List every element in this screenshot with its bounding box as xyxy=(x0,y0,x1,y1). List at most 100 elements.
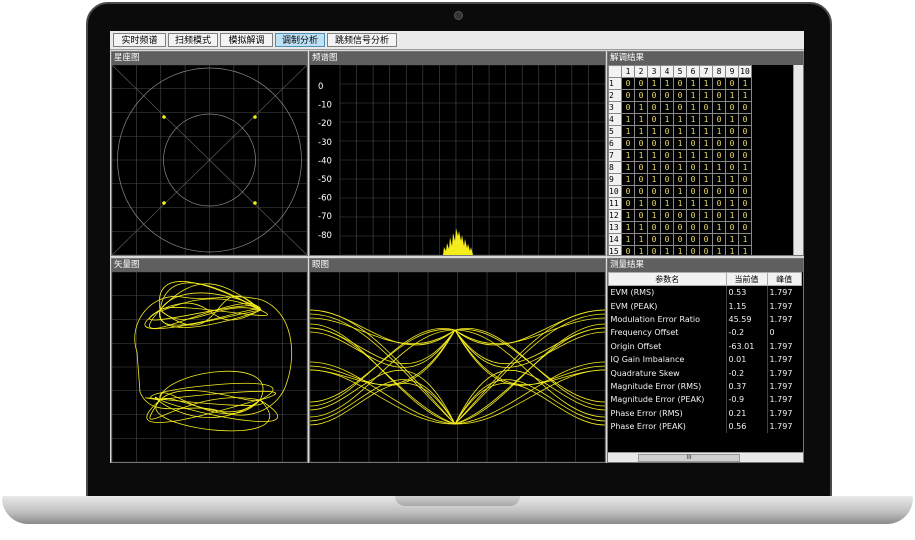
demod-bit-cell: 0 xyxy=(660,149,674,162)
col-peak-value[interactable]: 峰值 xyxy=(766,272,802,286)
demod-bit-cell: 1 xyxy=(621,149,635,162)
spectrum-ytick: -80 xyxy=(318,231,332,241)
demod-row-header: 14 xyxy=(608,233,622,246)
spectrum-title: 频谱图 xyxy=(310,52,605,65)
current-value-cell: 45.59 xyxy=(725,312,767,327)
peak-value-cell: 1.797 xyxy=(766,419,802,434)
demod-bit-cell: 1 xyxy=(725,245,739,255)
demod-bit-cell: 0 xyxy=(660,185,674,198)
demod-bit-cell: 0 xyxy=(725,77,739,90)
demod-bit-cell: 1 xyxy=(673,185,687,198)
demod-bit-cell: 1 xyxy=(673,161,687,174)
demod-bit-cell: 1 xyxy=(712,101,726,114)
spectrum-ytick: -30 xyxy=(318,138,332,148)
demod-bit-cell: 1 xyxy=(686,77,700,90)
demod-bit-cell: 1 xyxy=(647,125,661,138)
demod-bit-cell: 1 xyxy=(699,173,713,186)
table-row: 13 1 1 0 0 0 0 0 1 0 0 xyxy=(608,221,752,234)
demod-bit-cell: 0 xyxy=(634,173,648,186)
col-param-name[interactable]: 参数名 xyxy=(608,272,727,286)
tab-sweep-mode[interactable]: 扫频模式 xyxy=(168,33,218,47)
demod-bit-cell: 1 xyxy=(686,113,700,126)
hscroll-thumb[interactable]: III xyxy=(638,454,740,462)
table-row: Phase Error (PEAK) 0.56 1.797 xyxy=(609,419,802,434)
demod-bit-cell: 1 xyxy=(634,149,648,162)
demod-bit-cell: 1 xyxy=(621,161,635,174)
demod-row-header: 2 xyxy=(608,89,622,102)
spectrum-ytick: -60 xyxy=(318,194,332,204)
tab-analog-demod[interactable]: 模拟解调 xyxy=(220,33,273,47)
demod-col-header: 2 xyxy=(634,65,648,78)
demod-bit-cell: 1 xyxy=(712,221,726,234)
table-row: 11 0 1 0 1 1 1 1 0 1 0 xyxy=(608,197,752,210)
col-current-value[interactable]: 当前值 xyxy=(725,272,768,286)
demod-bit-cell: 0 xyxy=(686,173,700,186)
demod-bit-cell: 1 xyxy=(699,125,713,138)
demod-bit-cell: 1 xyxy=(647,173,661,186)
demod-scrollbar[interactable] xyxy=(793,65,803,255)
demod-bit-cell: 1 xyxy=(621,221,635,234)
spectrum-ytick: 0 xyxy=(318,82,323,92)
demod-bit-cell: 0 xyxy=(738,101,752,114)
constellation-point xyxy=(253,115,257,119)
constellation-point xyxy=(253,201,257,205)
current-value-cell: 0.21 xyxy=(725,406,767,420)
table-row: 12 1 0 1 0 0 0 1 0 1 0 xyxy=(608,209,752,222)
table-row: Quadrature Skew -0.2 1.797 xyxy=(609,366,802,380)
demod-bit-cell: 1 xyxy=(725,89,739,102)
tab-modulation-analysis[interactable]: 调制分析 xyxy=(275,33,325,47)
measurement-hscrollbar[interactable]: III xyxy=(608,452,803,462)
demod-bit-cell: 0 xyxy=(621,77,635,90)
demod-bit-cell: 1 xyxy=(660,197,674,210)
peak-value-cell: 1.797 xyxy=(766,339,802,353)
demod-bit-cell: 1 xyxy=(673,125,687,138)
demod-bit-cell: 1 xyxy=(647,161,661,174)
demod-bit-cell: 0 xyxy=(738,209,752,222)
table-row: 60000101000 xyxy=(608,137,752,150)
demod-bit-cell: 1 xyxy=(686,89,700,102)
demod-col-header: 10 xyxy=(738,65,752,78)
demod-bit-cell: 1 xyxy=(647,149,661,162)
demod-bit-cell: 0 xyxy=(712,209,726,222)
demod-bit-cell: 1 xyxy=(660,101,674,114)
peak-value-cell: 1.797 xyxy=(766,312,802,327)
peak-value-cell: 1.797 xyxy=(766,379,802,394)
demod-bit-cell: 1 xyxy=(660,77,674,90)
table-row: 41101111010 xyxy=(608,113,752,126)
demod-bit-cell: 0 xyxy=(699,233,713,246)
demod-bit-cell: 0 xyxy=(725,161,739,174)
constellation-plot xyxy=(112,65,307,255)
demod-bit-cell: 0 xyxy=(738,197,752,210)
demod-bit-cell: 1 xyxy=(660,245,674,255)
demod-bit-cell: 0 xyxy=(712,137,726,150)
demod-bit-cell: 1 xyxy=(673,149,687,162)
param-name-cell: Origin Offset xyxy=(610,341,662,351)
demod-row-header: 5 xyxy=(608,125,622,138)
param-name-cell: Phase Error (RMS) xyxy=(610,408,683,418)
tab-hopping-analysis[interactable]: 跳频信号分析 xyxy=(327,33,397,47)
demod-bit-cell: 0 xyxy=(621,89,635,102)
demod-bit-cell: 1 xyxy=(673,197,687,210)
param-name-cell: IQ Gain Imbalance xyxy=(610,355,685,365)
spectrum-trace xyxy=(443,228,473,255)
eye-panel: 眼图 xyxy=(309,258,606,463)
tab-realtime-spectrum[interactable]: 实时频谱 xyxy=(113,33,166,47)
demod-bit-cell: 0 xyxy=(621,185,635,198)
demod-bit-cell: 0 xyxy=(634,161,648,174)
demod-bit-cell: 0 xyxy=(621,137,635,150)
demod-bit-cell: 0 xyxy=(712,185,726,198)
demod-col-header: 5 xyxy=(673,65,687,78)
demod-bit-cell: 1 xyxy=(699,89,713,102)
table-row: Modulation Error Ratio 45.59 1.797 xyxy=(609,312,802,327)
demod-row-header: 9 xyxy=(608,173,622,186)
param-name-cell: EVM (PEAK) xyxy=(610,301,658,311)
demod-bit-cell: 1 xyxy=(725,233,739,246)
measurement-table: 参数名 当前值 峰值 EVM (RMS) 0.53 1.797 EVM (PEAK) 1… xyxy=(608,272,802,434)
current-value-cell: -0.2 xyxy=(725,326,767,340)
demod-bit-cell: 0 xyxy=(673,77,687,90)
demod-result-title: 解调结果 xyxy=(608,52,803,65)
demod-col-header: 3 xyxy=(647,65,661,78)
app-window: 实时频谱 扫频模式 模拟解调 调制分析 跳频信号分析 星座图 频谱图 0 -10… xyxy=(110,31,804,463)
demod-bit-cell: 0 xyxy=(673,173,687,186)
constellation-panel: 星座图 xyxy=(111,51,308,256)
